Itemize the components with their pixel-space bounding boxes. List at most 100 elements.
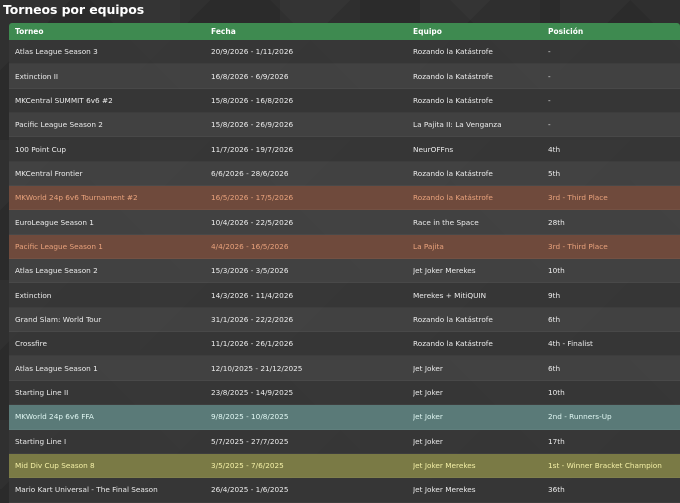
- team-cell[interactable]: Jet Joker: [413, 364, 548, 373]
- date-cell: 9/8/2025 - 10/8/2025: [211, 412, 289, 422]
- date-cell: 16/8/2026 - 6/9/2026: [211, 71, 289, 81]
- position-cell: 17th: [548, 436, 565, 446]
- table-body: Atlas League Season 3 20/9/2026 - 1/11/20…: [9, 40, 680, 503]
- column-header-torneo: Torneo: [15, 27, 44, 36]
- date-cell: 3/5/2025 - 7/6/2025: [211, 461, 284, 471]
- column-header-equipo: Equipo: [413, 27, 442, 36]
- team-cell[interactable]: Jet Joker Merekes: [413, 266, 548, 275]
- team-cell[interactable]: Rozando la Katástrofe: [413, 47, 548, 56]
- position-cell: -: [548, 47, 551, 57]
- tournament-cell[interactable]: Pacific League Season 1: [9, 242, 211, 251]
- tournament-cell[interactable]: EuroLeague Season 1: [9, 218, 211, 227]
- table-row[interactable]: Pacific League Season 1 4/4/2026 - 16/5/2…: [9, 234, 680, 260]
- date-cell: 26/4/2025 - 1/6/2025: [211, 485, 289, 495]
- table-header: Torneo Fecha Equipo Posición: [9, 23, 680, 40]
- position-cell: 6th: [548, 314, 561, 324]
- table-row[interactable]: Starting Line I 5/7/2025 - 27/7/2025 Jet J…: [9, 429, 680, 454]
- position-cell: 3rd - Third Place: [548, 193, 608, 203]
- date-cell: 11/7/2026 - 19/7/2026: [211, 144, 294, 154]
- date-cell: 10/4/2026 - 22/5/2026: [211, 217, 294, 227]
- date-cell: 12/10/2025 - 21/12/2025: [211, 363, 303, 373]
- tournament-cell[interactable]: Starting Line I: [9, 437, 211, 446]
- team-cell[interactable]: NeurOFFns: [413, 145, 548, 154]
- position-cell: 10th: [548, 387, 565, 397]
- team-cell[interactable]: Rozando la Katástrofe: [413, 315, 548, 324]
- tournament-cell[interactable]: Crossfire: [9, 339, 211, 348]
- team-cell[interactable]: Rozando la Katástrofe: [413, 72, 548, 81]
- table-row[interactable]: Atlas League Season 3 20/9/2026 - 1/11/20…: [9, 40, 680, 65]
- tournament-cell[interactable]: Extinction: [9, 291, 211, 300]
- tournament-cell[interactable]: Mid Div Cup Season 8: [9, 461, 211, 470]
- position-cell: 4th - Finalist: [548, 339, 593, 349]
- teams-table: Torneo Fecha Equipo Posición Atlas Leagu…: [9, 23, 680, 503]
- position-cell: -: [548, 71, 551, 81]
- table-row[interactable]: 100 Point Cup 11/7/2026 - 19/7/2026 NeurOF…: [9, 137, 680, 162]
- position-cell: 9th: [548, 290, 561, 300]
- tournament-cell[interactable]: MKCentral SUMMIT 6v6 #2: [9, 96, 211, 105]
- position-cell: 6th: [548, 363, 561, 373]
- team-cell[interactable]: Rozando la Katástrofe: [413, 193, 548, 202]
- position-cell: 10th: [548, 266, 565, 276]
- date-cell: 16/5/2026 - 17/5/2026: [211, 193, 294, 203]
- position-cell: -: [548, 120, 551, 130]
- date-cell: 15/8/2026 - 16/8/2026: [211, 95, 294, 105]
- date-cell: 4/4/2026 - 16/5/2026: [211, 241, 289, 251]
- tournament-cell[interactable]: Atlas League Season 1: [9, 364, 211, 373]
- tournament-cell[interactable]: Starting Line II: [9, 388, 211, 397]
- tournament-cell[interactable]: Mario Kart Universal - The Final Season: [9, 485, 211, 494]
- team-cell[interactable]: Rozando la Katástrofe: [413, 169, 548, 178]
- team-cell[interactable]: Jet Joker Merekes: [413, 485, 548, 494]
- team-cell[interactable]: Jet Joker: [413, 388, 548, 397]
- table-row[interactable]: Extinction II 16/8/2026 - 6/9/2026 Rozando…: [9, 64, 680, 89]
- date-cell: 15/3/2026 - 3/5/2026: [211, 266, 289, 276]
- tournament-cell[interactable]: MKCentral Frontier: [9, 169, 211, 178]
- table-row[interactable]: Mario Kart Universal - The Final Season 2…: [9, 478, 680, 503]
- position-cell: 36th: [548, 485, 565, 495]
- team-cell[interactable]: Rozando la Katástrofe: [413, 339, 548, 348]
- tournament-cell[interactable]: MKWorld 24p 6v6 FFA: [9, 412, 211, 421]
- table-row[interactable]: MKCentral SUMMIT 6v6 #2 15/8/2026 - 16/8/…: [9, 88, 680, 114]
- team-cell[interactable]: Merekes + MitiQUIN: [413, 291, 548, 300]
- tournament-cell[interactable]: 100 Point Cup: [9, 145, 211, 154]
- column-header-fecha: Fecha: [211, 27, 236, 36]
- tournament-cell[interactable]: MKWorld 24p 6v6 Tournament #2: [9, 193, 211, 202]
- table-row[interactable]: MKWorld 24p 6v6 FFA 9/8/2025 - 10/8/2025 J…: [9, 405, 680, 430]
- team-cell[interactable]: Jet Joker: [413, 437, 548, 446]
- table-row[interactable]: Atlas League Season 2 15/3/2026 - 3/5/202…: [9, 259, 680, 284]
- position-cell: 4th: [548, 144, 561, 154]
- tournament-cell[interactable]: Atlas League Season 2: [9, 266, 211, 275]
- table-row[interactable]: Grand Slam: World Tour 31/1/2026 - 22/2/2…: [9, 307, 680, 333]
- position-cell: -: [548, 95, 551, 105]
- position-cell: 2nd - Runners-Up: [548, 412, 612, 422]
- table-row[interactable]: MKWorld 24p 6v6 Tournament #2 16/5/2026 -…: [9, 186, 680, 211]
- date-cell: 6/6/2026 - 28/6/2026: [211, 168, 289, 178]
- tournament-cell[interactable]: Pacific League Season 2: [9, 120, 211, 129]
- table-row[interactable]: Starting Line II 23/8/2025 - 14/9/2025 Jet…: [9, 380, 680, 406]
- date-cell: 14/3/2026 - 11/4/2026: [211, 290, 294, 300]
- team-cell[interactable]: Jet Joker Merekes: [413, 461, 548, 470]
- table-row[interactable]: Pacific League Season 2 15/8/2026 - 26/9/…: [9, 113, 680, 138]
- page-title: Torneos por equipos: [3, 2, 145, 17]
- date-cell: 11/1/2026 - 26/1/2026: [211, 339, 294, 349]
- table-row[interactable]: MKCentral Frontier 6/6/2026 - 28/6/2026 Ro…: [9, 161, 680, 187]
- team-cell[interactable]: Race in the Space: [413, 218, 548, 227]
- tournament-cell[interactable]: Atlas League Season 3: [9, 47, 211, 56]
- tournament-cell[interactable]: Grand Slam: World Tour: [9, 315, 211, 324]
- table-row[interactable]: Mid Div Cup Season 8 3/5/2025 - 7/6/2025 J…: [9, 453, 680, 479]
- date-cell: 5/7/2025 - 27/7/2025: [211, 436, 289, 446]
- table-row[interactable]: EuroLeague Season 1 10/4/2026 - 22/5/2026…: [9, 210, 680, 235]
- table-row[interactable]: Extinction 14/3/2026 - 11/4/2026 Merekes +…: [9, 283, 680, 308]
- table-row[interactable]: Crossfire 11/1/2026 - 26/1/2026 Rozando la…: [9, 332, 680, 357]
- team-cell[interactable]: Rozando la Katástrofe: [413, 96, 548, 105]
- table-row[interactable]: Atlas League Season 1 12/10/2025 - 21/12/…: [9, 356, 680, 381]
- column-header-posicion: Posición: [548, 27, 584, 36]
- tournament-cell[interactable]: Extinction II: [9, 72, 211, 81]
- team-cell[interactable]: La Pajita: [413, 242, 548, 251]
- team-cell[interactable]: Jet Joker: [413, 412, 548, 421]
- team-cell[interactable]: La Pajita II: La Venganza: [413, 120, 548, 129]
- date-cell: 23/8/2025 - 14/9/2025: [211, 387, 294, 397]
- position-cell: 3rd - Third Place: [548, 241, 608, 251]
- date-cell: 31/1/2026 - 22/2/2026: [211, 314, 294, 324]
- position-cell: 1st - Winner Bracket Champion: [548, 461, 662, 471]
- position-cell: 5th: [548, 168, 561, 178]
